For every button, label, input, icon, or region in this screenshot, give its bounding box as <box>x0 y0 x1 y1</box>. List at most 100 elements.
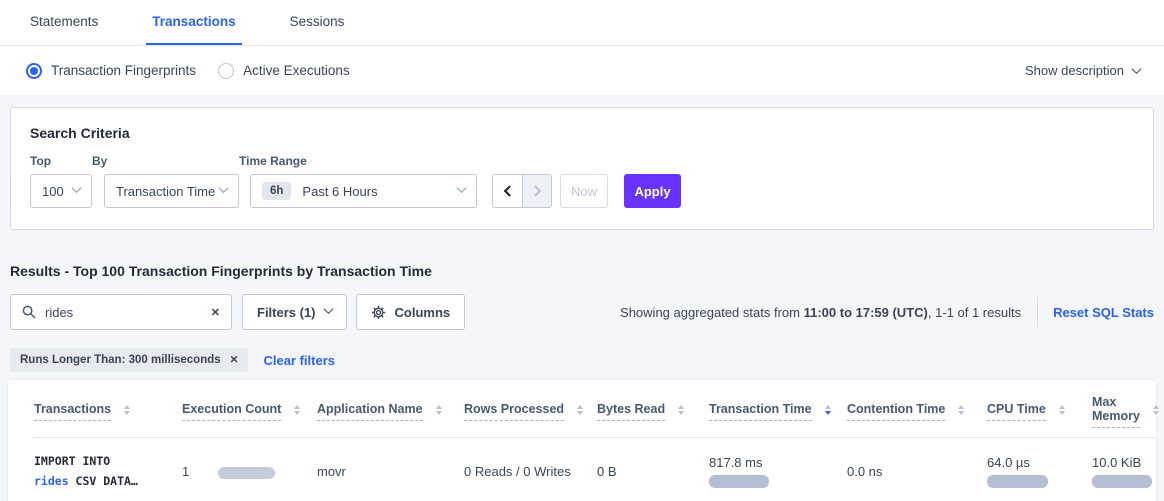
vertical-divider <box>1037 297 1038 327</box>
stats-summary: Showing aggregated stats from 11:00 to 1… <box>620 297 1154 327</box>
sort-icon[interactable] <box>577 405 583 416</box>
transaction-time-bar <box>709 475 769 488</box>
cell-application-name: movr <box>317 438 464 501</box>
search-input[interactable] <box>45 305 211 320</box>
tab-statements[interactable]: Statements <box>24 0 104 45</box>
cell-rows-processed: 0 Reads / 0 Writes <box>464 438 597 501</box>
chevron-down-icon <box>1132 64 1142 74</box>
chevron-down-icon <box>219 183 229 193</box>
clear-search-icon[interactable]: ✕ <box>211 306 220 319</box>
time-next-button[interactable] <box>522 175 551 207</box>
sort-icon[interactable] <box>1153 405 1159 416</box>
sort-icon[interactable] <box>294 405 300 416</box>
remove-filter-icon[interactable]: ✕ <box>230 354 239 366</box>
reset-sql-stats-link[interactable]: Reset SQL Stats <box>1053 305 1154 320</box>
time-range-badge: 6h <box>262 182 291 200</box>
columns-button[interactable]: Columns <box>356 294 466 330</box>
top-select-value: 100 <box>42 184 64 199</box>
column-header-cpu-time[interactable]: CPU Time <box>987 380 1092 438</box>
summary-count: , 1-1 of 1 results <box>928 305 1021 320</box>
filter-chip-label: Runs Longer Than: 300 milliseconds <box>20 354 221 366</box>
column-header-application-name[interactable]: Application Name <box>317 380 464 438</box>
summary-text: Showing aggregated stats from <box>620 305 804 320</box>
cell-execution-count: 1 <box>182 438 317 501</box>
time-range-select[interactable]: 6h Past 6 Hours <box>250 174 477 208</box>
columns-label: Columns <box>395 305 451 320</box>
search-criteria-form: Top 100 By Transaction Time Time Range 6… <box>30 154 1134 208</box>
table-header-row: Transactions Execution Count Application… <box>34 380 1156 438</box>
sort-icon[interactable] <box>124 405 130 416</box>
search-criteria-card: Search Criteria Top 100 By Transaction T… <box>10 107 1154 230</box>
sort-icon-active-desc[interactable] <box>825 405 831 416</box>
page-tabs: Statements Transactions Sessions <box>0 0 1164 46</box>
results-search-box: ✕ <box>10 294 232 330</box>
top-select[interactable]: 100 <box>30 174 92 208</box>
search-term-highlight[interactable]: rides <box>34 474 69 488</box>
sort-icon[interactable] <box>1059 405 1065 416</box>
active-filters-row: Runs Longer Than: 300 milliseconds ✕ Cle… <box>10 348 1154 372</box>
results-controls: ✕ Filters (1) Columns Showing aggregated… <box>10 294 1154 330</box>
max-memory-bar <box>1092 475 1152 488</box>
time-range-label: Time Range <box>239 154 477 168</box>
show-description-toggle[interactable]: Show description <box>1025 63 1140 78</box>
tab-sessions[interactable]: Sessions <box>284 0 351 45</box>
results-table: Transactions Execution Count Application… <box>34 380 1156 501</box>
column-header-max-memory[interactable]: Max Memory <box>1092 380 1156 438</box>
cell-bytes-read: 0 B <box>597 438 709 501</box>
chevron-down-icon <box>323 304 333 314</box>
by-select-value: Transaction Time <box>116 184 215 199</box>
radio-label: Active Executions <box>243 63 350 78</box>
results-table-card: Transactions Execution Count Application… <box>8 380 1156 501</box>
summary-time-range: 11:00 to 17:59 (UTC) <box>804 305 928 320</box>
cell-contention-time: 0.0 ns <box>847 438 987 501</box>
tab-transactions[interactable]: Transactions <box>146 0 241 45</box>
search-icon <box>22 305 36 319</box>
filter-chip: Runs Longer Than: 300 milliseconds ✕ <box>10 348 248 372</box>
radio-label: Transaction Fingerprints <box>51 63 196 78</box>
radio-unselected-icon <box>218 63 234 79</box>
apply-button[interactable]: Apply <box>624 174 681 208</box>
table-row: IMPORT INTO rides CSV DATA… 1 movr 0 Rea… <box>34 438 1156 501</box>
execution-count-bar <box>218 467 275 479</box>
filters-button[interactable]: Filters (1) <box>242 294 347 330</box>
results-heading: Results - Top 100 Transaction Fingerprin… <box>10 263 1154 279</box>
now-button[interactable]: Now <box>560 174 608 208</box>
column-header-execution-count[interactable]: Execution Count <box>182 380 317 438</box>
transaction-fingerprint-link[interactable]: IMPORT INTO rides CSV DATA… <box>34 451 182 491</box>
column-header-transaction-time[interactable]: Transaction Time <box>709 380 847 438</box>
column-header-bytes-read[interactable]: Bytes Read <box>597 380 709 438</box>
top-field: Top 100 <box>30 154 92 208</box>
chevron-left-icon <box>503 185 514 196</box>
top-label: Top <box>30 154 92 168</box>
show-description-label: Show description <box>1025 63 1124 78</box>
cell-cpu-time: 64.0 µs <box>987 438 1092 501</box>
chevron-down-icon <box>72 183 82 193</box>
by-select[interactable]: Transaction Time <box>104 174 239 208</box>
filters-label: Filters (1) <box>257 305 316 320</box>
column-header-contention-time[interactable]: Contention Time <box>847 380 987 438</box>
time-range-value: Past 6 Hours <box>302 184 377 199</box>
search-criteria-title: Search Criteria <box>30 125 1134 141</box>
cell-transaction-time: 817.8 ms <box>709 438 847 501</box>
column-header-transactions[interactable]: Transactions <box>34 380 182 438</box>
time-nav-arrows <box>492 174 552 208</box>
view-toggle-bar: Transaction Fingerprints Active Executio… <box>0 46 1164 95</box>
radio-transaction-fingerprints[interactable]: Transaction Fingerprints <box>26 63 196 79</box>
column-header-rows-processed[interactable]: Rows Processed <box>464 380 597 438</box>
sort-icon[interactable] <box>958 405 964 416</box>
cell-transaction: IMPORT INTO rides CSV DATA… <box>34 438 182 501</box>
sort-icon[interactable] <box>436 405 442 416</box>
time-range-field: Time Range 6h Past 6 Hours <box>239 154 477 208</box>
by-label: By <box>92 154 239 168</box>
cpu-time-bar <box>987 475 1048 488</box>
radio-active-executions[interactable]: Active Executions <box>218 63 350 79</box>
clear-filters-link[interactable]: Clear filters <box>263 353 335 368</box>
sort-icon[interactable] <box>678 405 684 416</box>
chevron-down-icon <box>457 183 467 193</box>
cell-max-memory: 10.0 KiB <box>1092 438 1156 501</box>
radio-selected-icon <box>26 63 42 79</box>
by-field: By Transaction Time <box>92 154 239 208</box>
time-prev-button[interactable] <box>493 175 522 207</box>
chevron-right-icon <box>530 185 541 196</box>
gear-icon <box>371 305 386 320</box>
